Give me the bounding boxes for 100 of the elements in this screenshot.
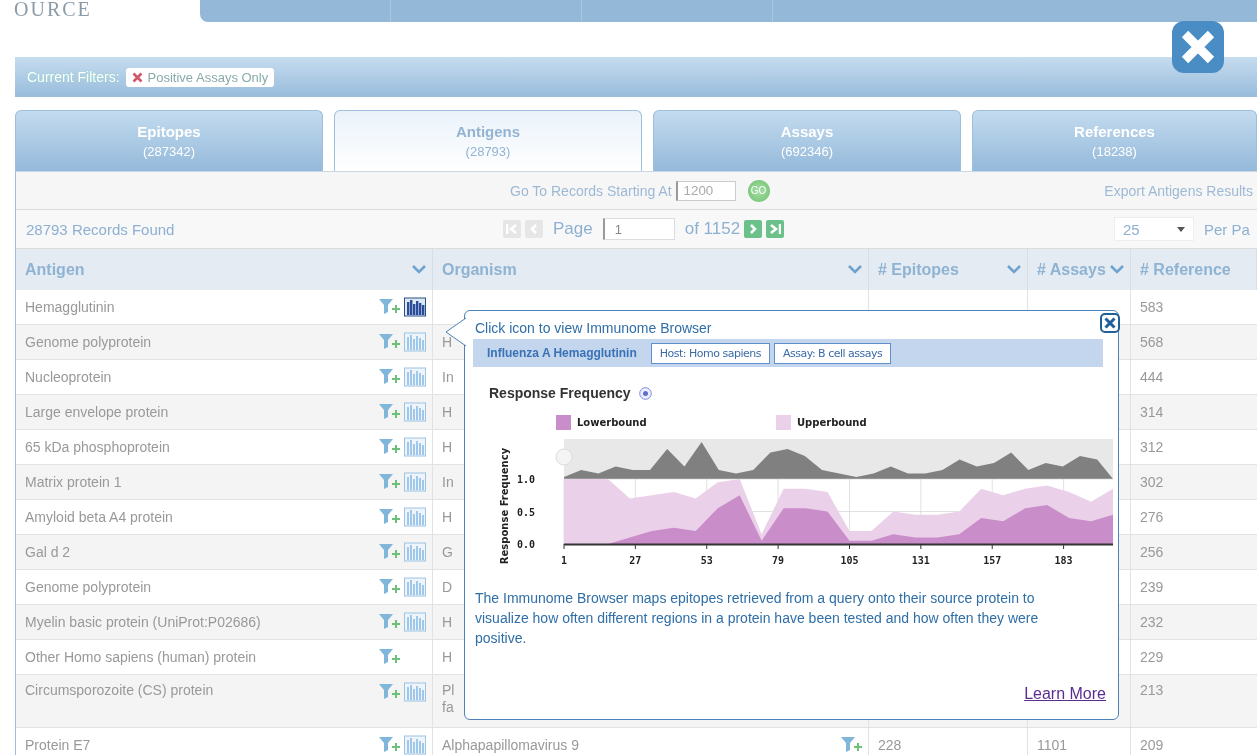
add-filter-icon[interactable]	[378, 367, 400, 387]
table-cell: 213	[1140, 682, 1164, 698]
export-link[interactable]: Export Antigens Results	[1104, 182, 1253, 199]
table-cell-text: Circumsporozoite (CS) protein	[25, 682, 215, 698]
popover-hint: Click icon to view Immunome Browser	[475, 320, 712, 336]
table-cell-text: Hemagglutinin	[25, 299, 116, 315]
per-page-label: Per Pa	[1204, 220, 1250, 238]
y-tick-label: 0.5	[516, 506, 535, 518]
table-cell: Alphapapillomavirus 9	[442, 736, 579, 754]
x-tick-label: 1	[561, 555, 567, 566]
context-chip: Assay: B cell assays	[773, 342, 892, 364]
add-filter-icon[interactable]	[378, 542, 400, 562]
column-header[interactable]: Organism	[442, 260, 844, 279]
table-cell: H	[442, 333, 453, 351]
add-filter-icon[interactable]	[840, 735, 862, 755]
table-cell-text: Amyloid beta A4 protein	[25, 509, 174, 525]
add-filter-icon[interactable]	[378, 612, 400, 632]
y-tick-label: 0.0	[516, 539, 535, 550]
table-cell: 209	[1140, 737, 1164, 753]
close-icon[interactable]	[1100, 313, 1120, 336]
add-filter-icon[interactable]	[378, 647, 400, 667]
page-total: of 1152	[684, 219, 741, 239]
table-cell-text: Protein E7	[25, 737, 92, 753]
filter-chip[interactable]: Positive Assays Only	[125, 67, 275, 87]
help-icon[interactable]	[638, 386, 652, 400]
first-page-button[interactable]	[503, 220, 521, 238]
add-filter-icon[interactable]	[378, 507, 400, 527]
table-cell: 583	[1140, 299, 1164, 315]
x-tick-label: 131	[911, 555, 930, 566]
records-count: 28793 Records Found	[26, 220, 175, 238]
x-tick-label: 79	[772, 555, 785, 566]
bar-chart-icon[interactable]	[404, 297, 426, 317]
table-cell: D	[442, 578, 453, 596]
previous-page-button[interactable]	[525, 220, 543, 238]
table-cell: In	[442, 473, 454, 491]
table-cell: 239	[1140, 579, 1164, 595]
skip-left-icon	[506, 224, 518, 234]
tab[interactable]: Assays (692346)	[653, 110, 961, 171]
tab[interactable]: Epitopes (287342)	[15, 110, 323, 171]
next-page-button[interactable]	[744, 220, 763, 238]
table-cell: H	[442, 648, 453, 666]
remove-icon[interactable]	[131, 71, 143, 83]
site-logo[interactable]: OURCE	[14, 0, 92, 21]
add-filter-icon[interactable]	[378, 682, 400, 702]
chevron-left-icon	[529, 224, 539, 234]
add-filter-icon[interactable]	[378, 472, 400, 492]
add-filter-icon[interactable]	[378, 402, 400, 422]
add-filter-icon[interactable]	[378, 332, 400, 352]
per-page-select[interactable]: 25	[1114, 217, 1194, 241]
table-cell: 568	[1140, 334, 1164, 350]
table-cell: 312	[1140, 439, 1164, 455]
protein-name: Influenza A Hemagglutinin	[487, 346, 637, 360]
table-cell: H	[442, 613, 453, 631]
sort-caret-icon[interactable]	[412, 265, 426, 274]
chart-heading: Response Frequency	[489, 385, 631, 401]
table-cell-text: Matrix protein 1	[25, 474, 123, 490]
add-filter-icon[interactable]	[378, 735, 400, 755]
sort-caret-icon[interactable]	[848, 265, 862, 274]
add-filter-icon[interactable]	[378, 437, 400, 457]
page-field[interactable]: 1	[602, 218, 675, 240]
legend-label: Lowerbound	[577, 417, 647, 428]
tab[interactable]: Antigens (28793)	[334, 110, 642, 171]
x-tick-label: 53	[700, 555, 713, 566]
sort-caret-icon[interactable]	[1110, 265, 1124, 274]
table-cell: 256	[1140, 544, 1164, 560]
table-cell: 444	[1140, 369, 1164, 385]
go-button[interactable]: GO	[747, 179, 770, 202]
table-cell: In	[442, 368, 454, 386]
last-page-button[interactable]	[766, 220, 785, 238]
table-cell: H	[442, 403, 453, 421]
table-cell-text: Large envelope protein	[25, 404, 170, 420]
table-cell: 229	[1140, 649, 1164, 665]
column-header[interactable]: # Reference	[1140, 260, 1250, 279]
add-filter-icon[interactable]	[378, 577, 400, 597]
table-cell: 232	[1140, 614, 1164, 630]
column-header[interactable]: # Assays	[1037, 260, 1106, 279]
table-cell-text: Myelin basic protein (UniProt:P02686)	[25, 614, 262, 630]
table-cell: 276	[1140, 509, 1164, 525]
legend-label: Upperbound	[797, 417, 867, 428]
table-cell-text: Genome polyprotein	[25, 334, 153, 350]
table-cell: H	[442, 508, 453, 526]
sort-caret-icon[interactable]	[1007, 265, 1021, 274]
chevron-right-icon	[748, 224, 759, 234]
table-cell-text: Genome polyprotein	[25, 579, 153, 595]
y-tick-label: 1.0	[516, 474, 535, 485]
table-cell: 314	[1140, 404, 1164, 420]
tab[interactable]: References (18238)	[972, 110, 1257, 171]
close-icon[interactable]	[1171, 20, 1225, 74]
table-cell-text: Other Homo sapiens (human) protein	[25, 649, 258, 665]
column-header[interactable]: Antigen	[25, 260, 408, 279]
x-tick-label: 105	[840, 555, 859, 566]
table-cell-text: Nucleoprotein	[25, 369, 113, 385]
learn-more-link[interactable]: Learn More	[1024, 685, 1106, 703]
record-start-field[interactable]: 1200	[675, 180, 736, 201]
context-chip: Host: Homo sapiens	[650, 342, 770, 364]
column-header[interactable]: # Epitopes	[878, 260, 1003, 279]
table-cell: 1101	[1037, 737, 1068, 753]
range-handle[interactable]	[555, 448, 573, 466]
filters-label: Current Filters:	[27, 69, 120, 85]
x-tick-label: 183	[1054, 555, 1073, 566]
